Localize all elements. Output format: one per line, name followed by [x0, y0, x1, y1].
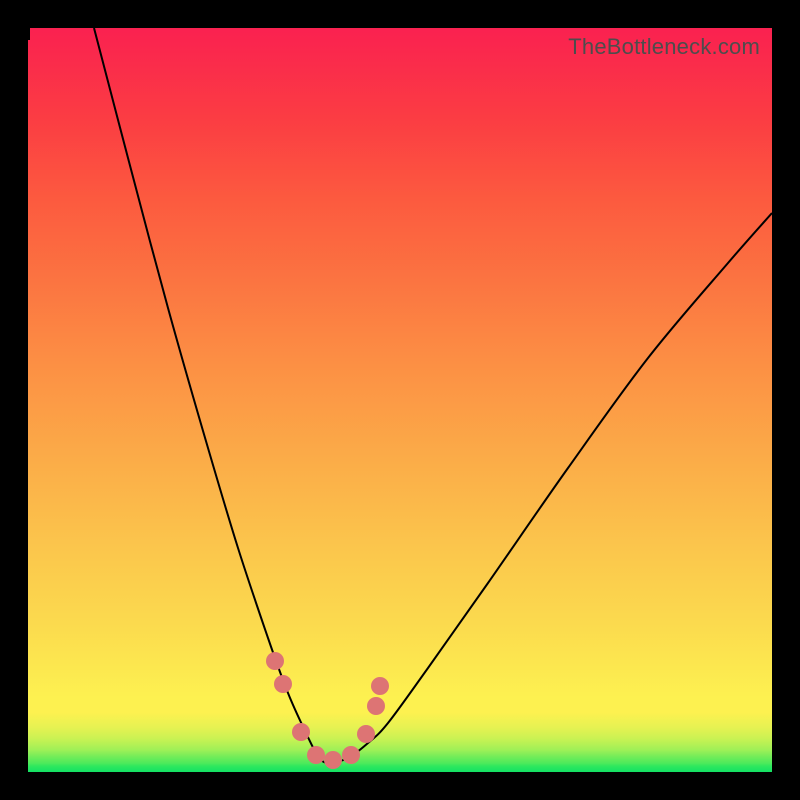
curve-marker: [367, 697, 385, 715]
curve-marker: [342, 746, 360, 764]
chart-container: TheBottleneck.com: [0, 0, 800, 800]
curve-marker: [324, 751, 342, 769]
curve-marker: [274, 675, 292, 693]
curve-marker: [266, 652, 284, 670]
bottleneck-curve: [94, 28, 772, 763]
curve-marker: [357, 725, 375, 743]
curve-marker: [292, 723, 310, 741]
curve-marker: [307, 746, 325, 764]
curve-marker: [371, 677, 389, 695]
plot-area: TheBottleneck.com: [28, 28, 772, 772]
curve-markers: [266, 652, 389, 769]
curve-svg: [28, 28, 772, 772]
